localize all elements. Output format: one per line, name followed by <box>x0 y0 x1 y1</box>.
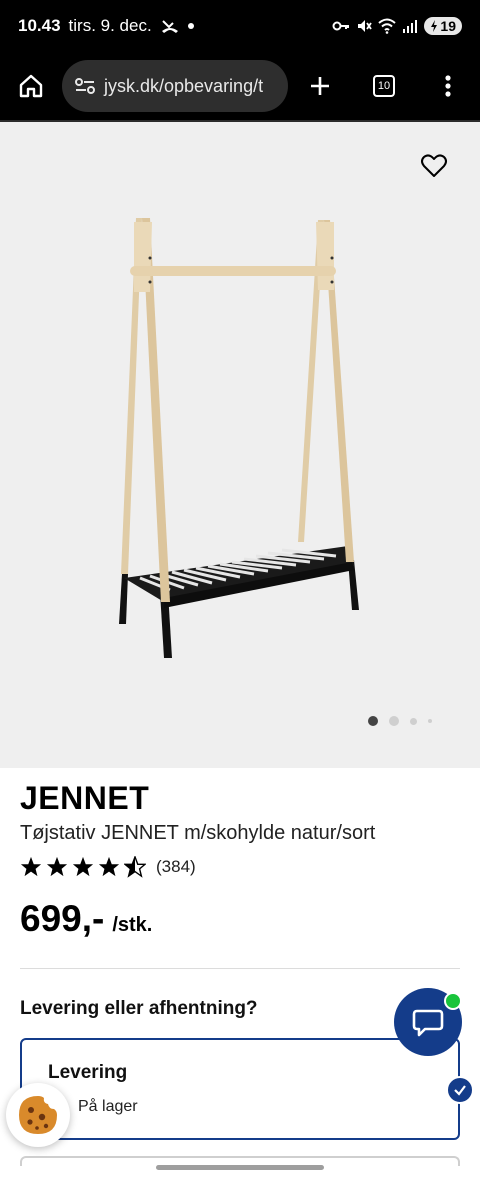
new-tab-button[interactable] <box>288 52 352 120</box>
site-settings-icon[interactable] <box>74 76 96 96</box>
new-tab-icon <box>311 77 329 95</box>
chat-icon <box>412 1009 444 1037</box>
cookie-settings-button[interactable] <box>6 1083 70 1147</box>
mute-icon <box>358 20 373 32</box>
star-full-icon <box>20 856 42 877</box>
gallery-dot[interactable] <box>410 717 417 725</box>
product-description: Tøjstativ JENNET m/skohylde natur/sort <box>20 822 376 844</box>
delivery-option-card[interactable]: Levering På lager <box>20 1038 460 1140</box>
menu-button[interactable] <box>416 52 480 120</box>
product-brand: JENNET <box>20 780 150 816</box>
tabs-button[interactable]: 10 <box>352 52 416 120</box>
key-icon <box>332 21 350 31</box>
gesture-home-indicator[interactable] <box>156 1165 324 1170</box>
gallery-dot[interactable] <box>389 716 399 726</box>
status-time: 10.43 <box>18 16 61 35</box>
missed-call-icon <box>161 20 178 33</box>
star-full-icon <box>98 856 120 877</box>
star-full-icon <box>72 856 94 877</box>
star-full-icon <box>46 856 68 877</box>
star-half-icon <box>124 856 146 878</box>
battery-icon: 19 <box>424 17 462 35</box>
gallery-dot[interactable] <box>368 716 378 726</box>
product-image <box>119 218 359 658</box>
status-date: tirs. 9. dec. <box>68 16 152 35</box>
online-status-dot <box>444 992 462 1010</box>
signal-icon <box>403 20 418 33</box>
dot-icon <box>187 23 194 29</box>
tabs-icon: 10 <box>373 75 395 97</box>
stock-status: På lager <box>78 1098 138 1115</box>
tab-count: 10 <box>377 80 391 92</box>
gallery-pagination[interactable] <box>368 716 432 726</box>
browser-toolbar: jysk.dk/opbevaring/t 10 <box>0 52 480 120</box>
favorite-heart-icon[interactable] <box>420 152 448 180</box>
product-image-gallery[interactable] <box>0 122 480 768</box>
product-rating[interactable]: (384) <box>20 856 196 878</box>
section-divider <box>20 968 460 969</box>
menu-icon <box>445 75 451 97</box>
address-bar[interactable]: jysk.dk/opbevaring/t <box>62 60 288 112</box>
price-value: 699,- <box>20 898 105 939</box>
home-button[interactable] <box>0 52 62 120</box>
home-icon <box>19 74 43 98</box>
status-bar: 10.43 tirs. 9. dec. 19 <box>0 0 480 52</box>
selected-check-icon <box>446 1076 474 1104</box>
wifi-icon <box>378 18 397 34</box>
price-unit: /stk. <box>112 914 153 936</box>
rating-count[interactable]: (384) <box>156 857 196 877</box>
delivery-option-title: Levering <box>48 1062 128 1083</box>
delivery-heading: Levering eller afhentning? <box>20 998 258 1019</box>
url-text[interactable]: jysk.dk/opbevaring/t <box>104 76 263 97</box>
gallery-dot[interactable] <box>428 719 432 723</box>
product-price: 699,- /stk. <box>20 898 152 940</box>
battery-level: 19 <box>440 18 456 34</box>
cookie-icon <box>19 1096 57 1134</box>
screen: 10.43 tirs. 9. dec. 19 jysk.dk/opbevarin… <box>0 0 480 1178</box>
